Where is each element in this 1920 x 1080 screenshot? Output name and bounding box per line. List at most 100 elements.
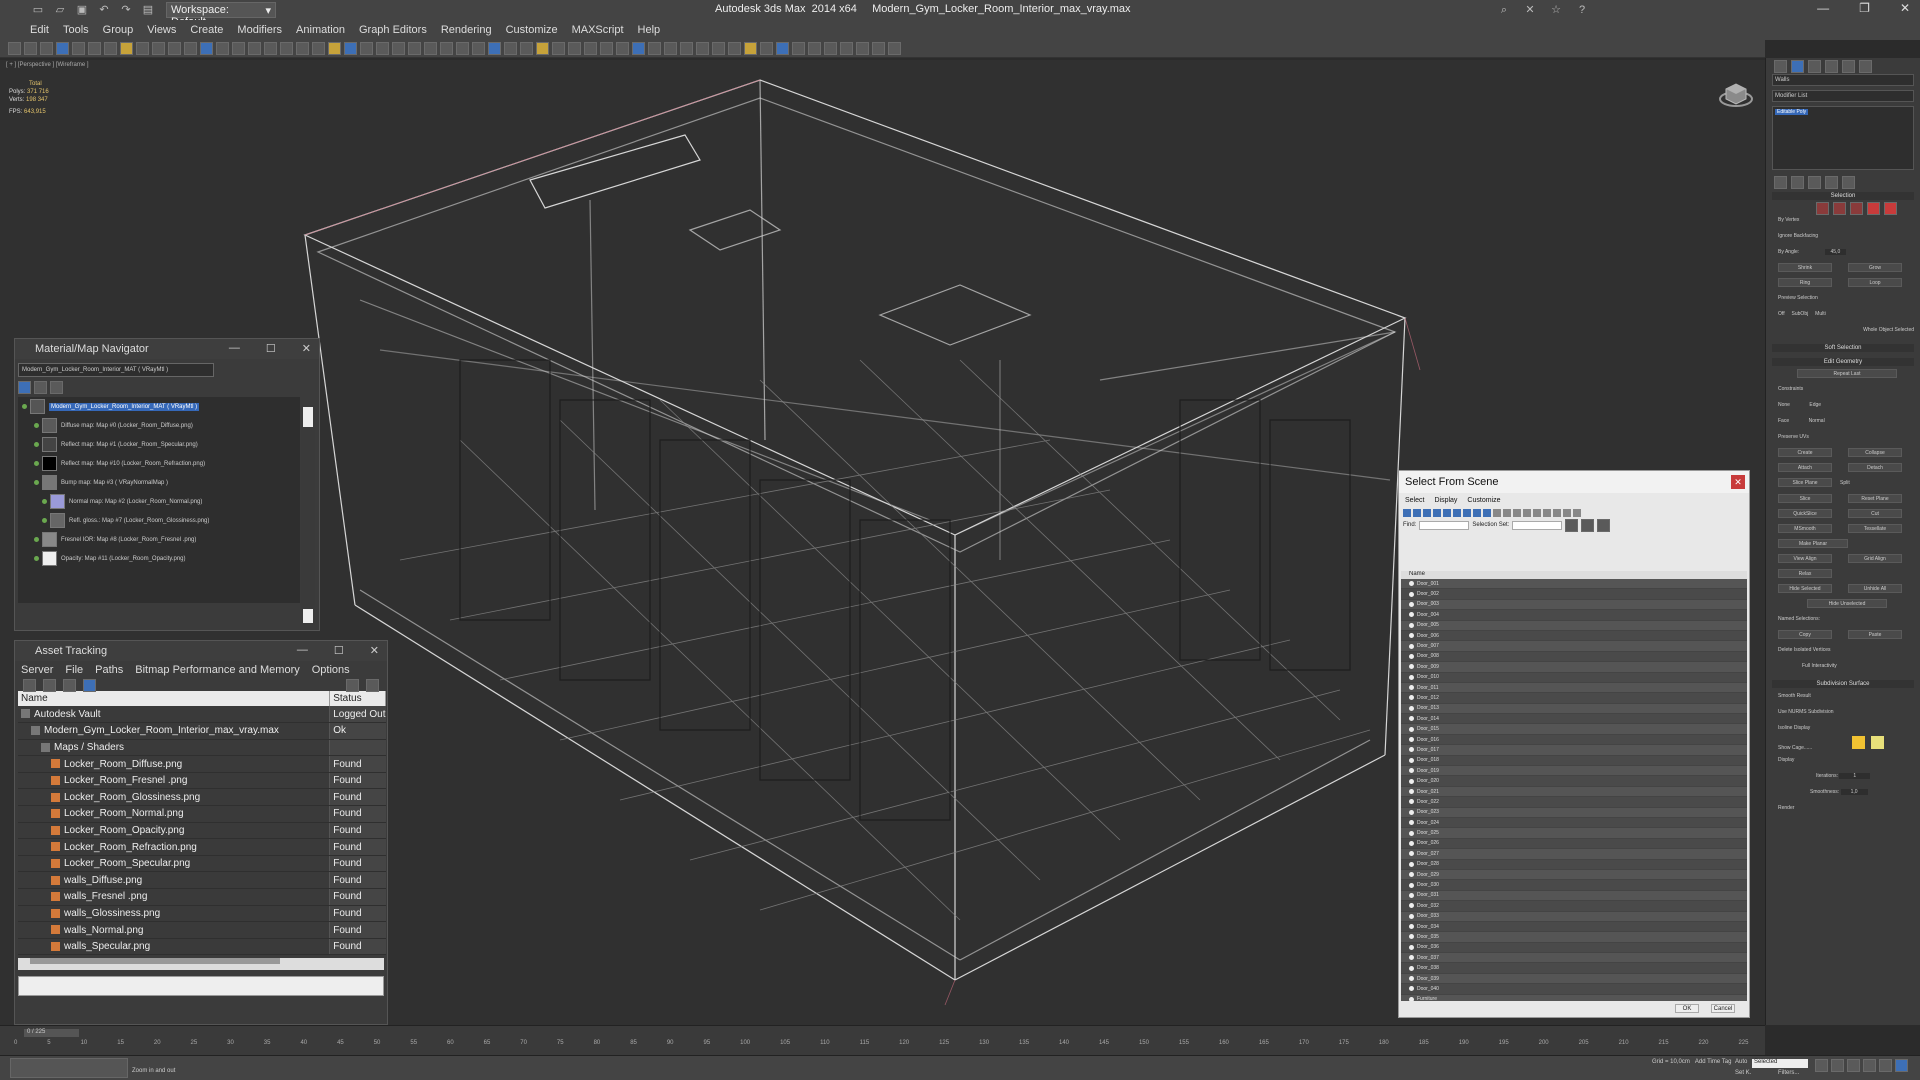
material-name-field[interactable]: Modern_Gym_Locker_Room_Interior_MAT ( VR… [18,363,214,377]
display-spacewarps-icon[interactable] [1453,509,1461,517]
list-item[interactable]: Door_040 [1401,984,1747,995]
sort-icon[interactable] [1563,509,1571,517]
attach-button[interactable]: Attach [1778,463,1832,472]
asset-tracking-titlebar[interactable]: Asset Tracking — ☐ ✕ [15,641,387,661]
edge-icon[interactable] [1833,202,1846,215]
vertex-icon[interactable] [1816,202,1829,215]
project-folder-icon[interactable]: ▤ [140,2,156,18]
list-item[interactable]: Door_019 [1401,766,1747,777]
pin-stack-icon[interactable] [1774,176,1787,189]
list-item[interactable]: Door_001 [1401,579,1747,590]
set-key-button[interactable]: Set K. [1735,1070,1751,1076]
table-row[interactable]: walls_Diffuse.png Found [18,871,386,890]
shrink-button[interactable]: Shrink [1778,263,1832,272]
select-manipulate-icon[interactable] [216,42,229,55]
tessellate-button[interactable]: Tessellate [1848,524,1902,533]
border-icon[interactable] [1850,202,1863,215]
selection-filter-icon[interactable] [56,42,69,55]
icons-view-icon[interactable] [34,381,47,394]
options-icon[interactable] [366,678,379,692]
cage-selection-color-swatch[interactable] [1871,736,1885,749]
create-button[interactable]: Create [1778,448,1832,457]
make-planar-button[interactable]: Make Planar [1778,539,1848,548]
small-icons-view-icon[interactable] [50,381,63,394]
curve-editor-icon[interactable] [408,42,421,55]
render-iterative-icon[interactable] [504,42,517,55]
list-item[interactable]: Door_033 [1401,911,1747,922]
minimize-icon[interactable]: — [297,644,308,657]
material-tree-item[interactable]: Fresnel IOR: Map #8 (Locker_Room_Fresnel… [18,530,300,549]
material-tree-item[interactable]: Bump map: Map #3 ( VRayNormalMap ) [18,473,300,492]
material-editor-icon[interactable] [440,42,453,55]
named-selection-sets-icon[interactable] [328,42,341,55]
menu-graph-editors[interactable]: Graph Editors [359,24,427,36]
split-checkbox[interactable]: Split [1836,480,1850,486]
refresh-icon[interactable] [23,678,36,692]
binoculars-icon[interactable]: ⌕ [1496,2,1512,18]
visible-dot-icon[interactable] [34,461,39,466]
material-tree-item[interactable]: Modern_Gym_Locker_Room_Interior_MAT ( VR… [18,397,300,416]
element-icon[interactable] [1884,202,1897,215]
display-lights-icon[interactable] [1423,509,1431,517]
display-bones-icon[interactable] [1483,509,1491,517]
face-radio[interactable]: Face [1778,418,1789,424]
material-tree-item[interactable]: Reflect map: Map #10 (Locker_Room_Refrac… [18,454,300,473]
window-crossing-icon[interactable] [120,42,133,55]
material-tree-item[interactable]: Opacity: Map #11 (Locker_Room_Opacity.pn… [18,549,300,568]
visible-dot-icon[interactable] [22,404,27,409]
msmooth-button[interactable]: MSmooth [1778,524,1832,533]
display-geometry-icon[interactable] [1403,509,1411,517]
stack-item-editable-poly[interactable]: Editable Poly [1775,109,1809,115]
align-icon[interactable] [360,42,373,55]
next-frame-icon[interactable] [1863,1059,1876,1072]
paste-button[interactable]: Paste [1848,630,1902,639]
object-name-field[interactable]: Walls [1772,74,1914,86]
view-align-button[interactable]: View Align [1778,554,1832,563]
asset-menu-options[interactable]: Options [312,664,350,676]
menu-views[interactable]: Views [147,24,176,36]
smooth-result-checkbox[interactable]: Smooth Result [1766,688,1920,704]
vray-proxy-icon[interactable] [824,42,837,55]
list-item[interactable]: Door_011 [1401,682,1747,694]
table-row[interactable]: Locker_Room_Opacity.png Found [18,822,386,840]
menu-tools[interactable]: Tools [63,24,89,36]
none-radio[interactable]: None [1778,402,1790,408]
asset-menu-server[interactable]: Server [21,664,53,676]
scene-states-icon[interactable] [728,42,741,55]
key-filter-dropdown[interactable]: Selected [1752,1059,1808,1068]
table-row[interactable]: walls_Normal.png Found [18,921,386,939]
find-input[interactable] [1419,520,1470,530]
display-cameras-icon[interactable] [1433,509,1441,517]
time-slider[interactable]: 0 / 225 [24,1029,79,1037]
visible-dot-icon[interactable] [34,537,39,542]
create-light-icon[interactable] [616,42,629,55]
list-item[interactable]: Door_038 [1401,963,1747,974]
list-item[interactable]: Door_015 [1401,724,1747,735]
list-item[interactable]: Door_024 [1401,818,1747,829]
modify-tab-icon[interactable] [1791,60,1804,73]
table-row[interactable]: Locker_Room_Fresnel .png Found [18,772,386,790]
edit-named-sets-icon[interactable] [312,42,325,55]
list-item[interactable]: Door_037 [1401,953,1747,964]
keyboard-shortcut-icon[interactable] [232,42,245,55]
maximize-icon[interactable]: ☐ [266,342,276,355]
go-to-start-icon[interactable] [1815,1059,1828,1072]
make-unique-icon[interactable] [1808,176,1821,189]
display-invert-icon[interactable] [1543,509,1551,517]
list-item[interactable]: Door_039 [1401,973,1747,985]
list-item[interactable]: Door_028 [1401,860,1747,870]
display-groups-icon[interactable] [1463,509,1471,517]
visible-dot-icon[interactable] [34,442,39,447]
teapot-icon[interactable] [744,42,757,55]
list-item[interactable]: Door_022 [1401,797,1747,808]
list-item[interactable]: Door_021 [1401,786,1747,798]
display-all-icon[interactable] [1523,509,1531,517]
off-radio[interactable]: Off [1778,311,1785,317]
copy-button[interactable]: Copy [1778,630,1832,639]
isoline-display-checkbox[interactable]: Isoline Display [1766,720,1920,736]
configure-sets-icon[interactable] [1842,176,1855,189]
asset-menu-bitmap-performance-and-memory[interactable]: Bitmap Performance and Memory [135,664,299,676]
slice-plane-button[interactable]: Slice Plane [1778,478,1832,487]
save-icon[interactable]: ▣ [74,2,90,18]
list-item[interactable]: Door_004 [1401,610,1747,621]
